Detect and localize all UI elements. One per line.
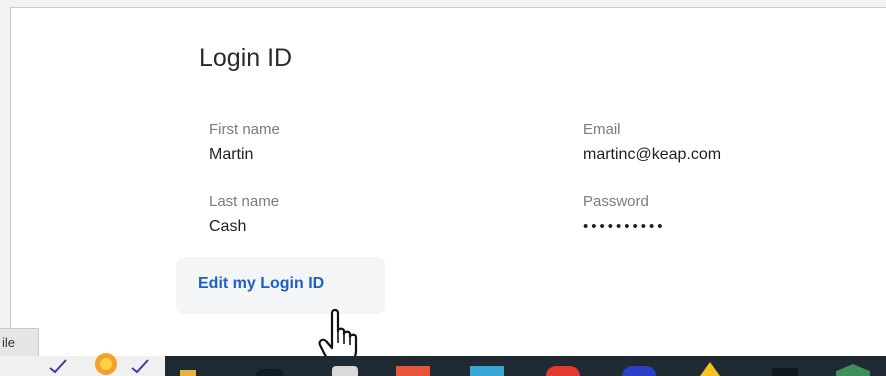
first-name-label: First name — [209, 121, 280, 138]
password-label: Password — [583, 193, 649, 210]
app-icon[interactable] — [332, 366, 358, 376]
email-label: Email — [583, 121, 621, 138]
checkmark-icon[interactable] — [48, 358, 68, 374]
section-title: Login ID — [199, 44, 293, 72]
edit-login-id-button[interactable]: Edit my Login ID — [176, 257, 385, 314]
app-icon[interactable] — [546, 366, 580, 376]
file-tab[interactable]: ile — [0, 328, 39, 357]
login-id-card — [10, 7, 886, 357]
last-name-label: Last name — [209, 193, 280, 210]
last-name-value: Cash — [209, 218, 247, 235]
app-icon[interactable] — [470, 366, 504, 376]
app-icon[interactable] — [256, 369, 284, 376]
app-icon[interactable] — [700, 362, 720, 376]
first-name-value: Martin — [209, 146, 254, 163]
app-icon[interactable] — [622, 366, 656, 376]
taskbar — [0, 353, 886, 376]
sun-folder-icon[interactable] — [86, 350, 126, 376]
checkmark-icon-2[interactable] — [130, 358, 150, 374]
app-icon[interactable] — [836, 364, 870, 376]
app-icon[interactable] — [772, 368, 798, 376]
edit-login-id-label: Edit my Login ID — [198, 275, 325, 292]
app-icon[interactable] — [396, 366, 430, 376]
password-value: •••••••••• — [583, 218, 666, 235]
email-value: martinc@keap.com — [583, 146, 722, 163]
file-tab-label: ile — [2, 335, 16, 350]
app-icon[interactable] — [180, 370, 196, 376]
